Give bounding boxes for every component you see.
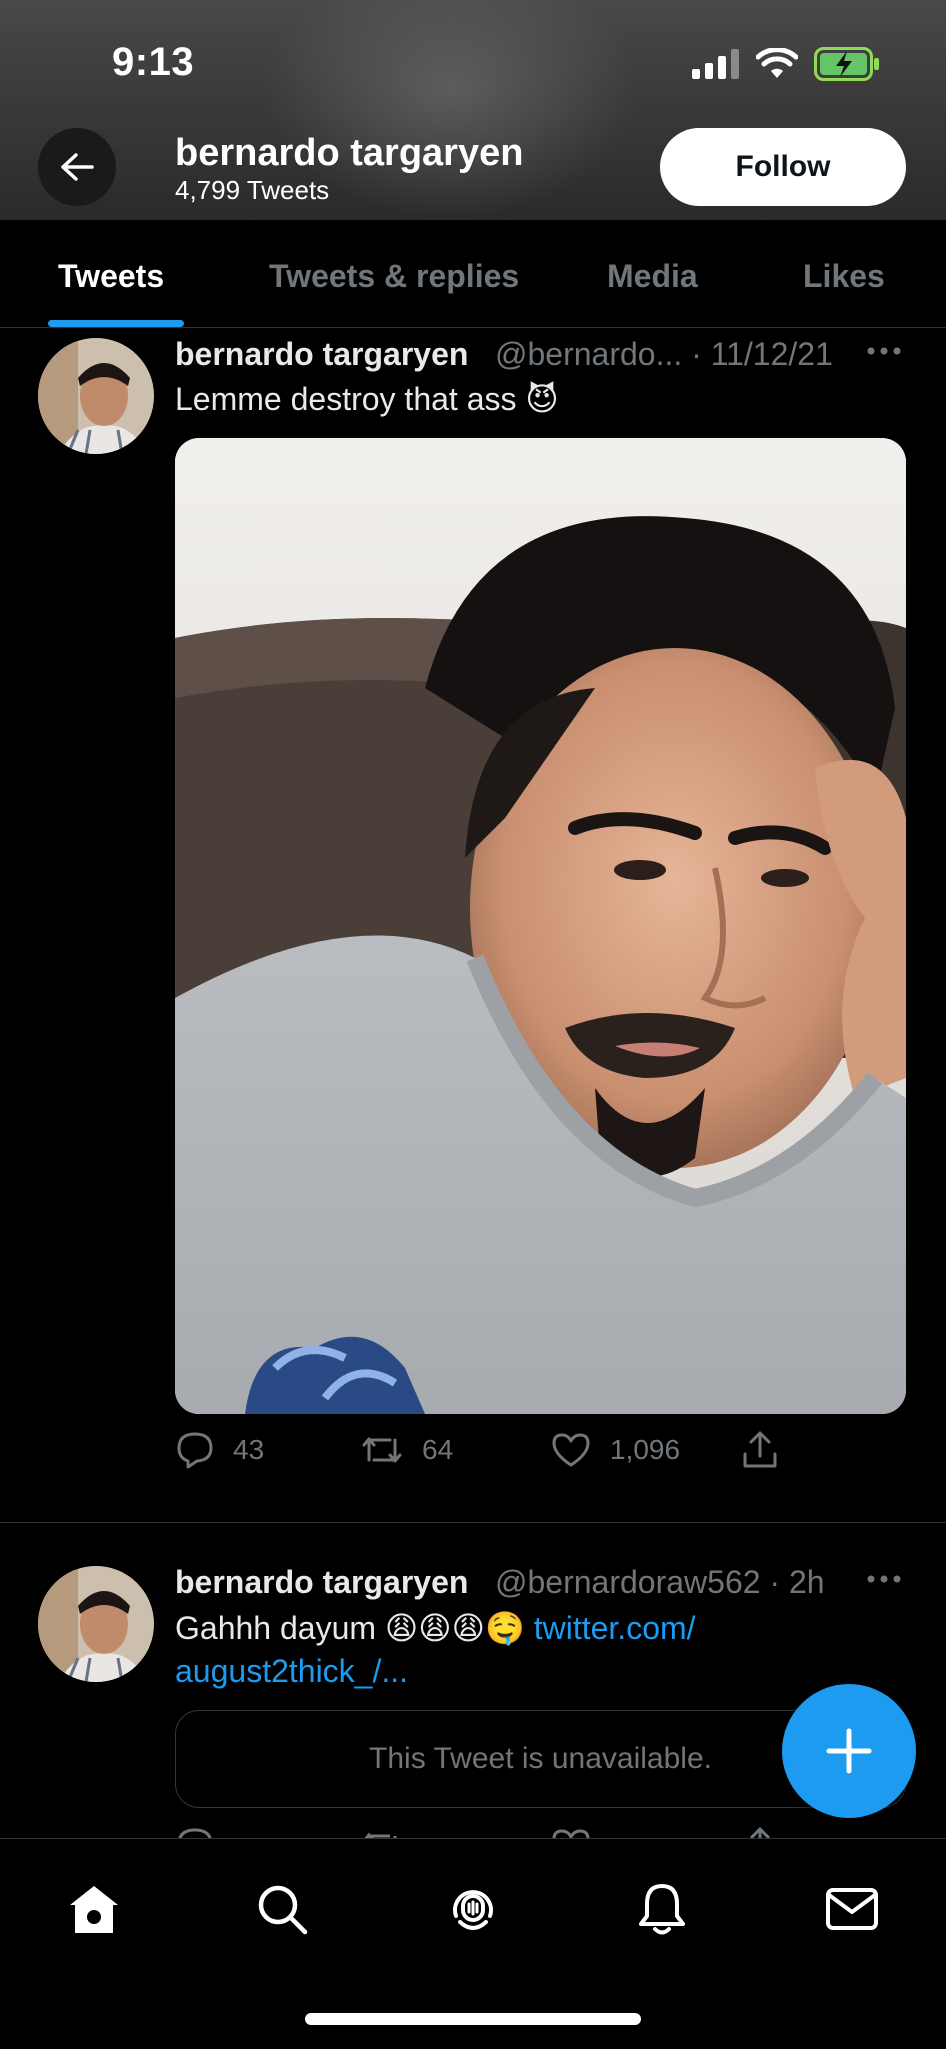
search-icon	[258, 1885, 308, 1935]
profile-tabs: Tweets Tweets & replies Media Likes	[0, 220, 946, 328]
tweet-count: 4,799 Tweets	[175, 175, 330, 205]
spaces-icon	[453, 1890, 493, 1930]
tweet-media-image[interactable]	[175, 438, 906, 1414]
active-tab-indicator	[48, 320, 184, 327]
plus-icon	[826, 1728, 872, 1774]
tab-tweets-replies[interactable]: Tweets & replies	[269, 258, 519, 295]
nav-spaces[interactable]	[443, 1879, 503, 1939]
reply-count: 43	[233, 1434, 265, 1465]
tweet-handle-date[interactable]: @bernardo... · 11/12/21	[495, 336, 833, 373]
share-icon[interactable]	[740, 1826, 780, 1838]
battery-charging-icon	[814, 47, 879, 81]
tweet-text: Gahhh dayum 😩😩😩🤤	[175, 1610, 525, 1646]
status-icons	[692, 44, 880, 84]
heart-icon	[552, 1433, 590, 1467]
profile-name: bernardo targaryen	[175, 132, 524, 174]
share-icon	[743, 1431, 777, 1468]
tweet-actions	[175, 1826, 906, 1838]
reply-button[interactable]: 43	[175, 1430, 264, 1470]
tweet-link-continued[interactable]: august2thick_/...	[175, 1653, 408, 1690]
reply-icon	[177, 1432, 213, 1469]
tweet-divider	[0, 1522, 946, 1523]
tweet-actions: 43 64 1,096	[175, 1430, 906, 1480]
tweet-text-line: Gahhh dayum 😩😩😩🤤 twitter.com/	[175, 1609, 696, 1647]
reply-icon[interactable]	[175, 1826, 215, 1838]
mail-icon	[826, 1888, 878, 1930]
nav-home[interactable]	[64, 1879, 124, 1939]
nav-search[interactable]	[252, 1879, 312, 1939]
home-indicator-bar	[305, 2013, 641, 2025]
more-icon	[867, 347, 901, 355]
tweet-text: Lemme destroy that ass 😈	[175, 381, 559, 417]
profile-header: 9:13 bernardo targaryen 4,799 Tweets Fol…	[0, 0, 946, 220]
like-button[interactable]: 1,096	[550, 1430, 680, 1470]
nav-notifications[interactable]	[632, 1879, 692, 1939]
tweet-author-name[interactable]: bernardo targaryen	[175, 1564, 468, 1601]
compose-tweet-button[interactable]	[782, 1684, 916, 1818]
tab-tweets[interactable]: Tweets	[58, 258, 164, 295]
back-button[interactable]	[38, 128, 116, 206]
retweet-button[interactable]: 64	[360, 1430, 453, 1470]
avatar-portrait	[38, 338, 154, 454]
avatar[interactable]	[38, 338, 154, 454]
nav-messages[interactable]	[822, 1879, 882, 1939]
more-button[interactable]	[866, 330, 902, 364]
status-time: 9:13	[112, 40, 195, 84]
heart-icon[interactable]	[550, 1826, 592, 1838]
tweet-author-name[interactable]: bernardo targaryen	[175, 336, 468, 373]
home-icon	[70, 1886, 118, 1933]
tweet-link[interactable]: twitter.com/	[534, 1610, 696, 1646]
tab-media[interactable]: Media	[607, 258, 698, 295]
more-icon	[867, 1575, 901, 1583]
like-count: 1,096	[610, 1434, 681, 1465]
more-button[interactable]	[866, 1558, 902, 1592]
bell-icon	[639, 1884, 685, 1935]
avatar[interactable]	[38, 1566, 154, 1682]
retweet-count: 64	[422, 1434, 454, 1465]
retweet-icon	[362, 1437, 402, 1463]
tweet-handle-date[interactable]: @bernardoraw562 · 2h	[495, 1564, 825, 1601]
share-button[interactable]	[740, 1430, 780, 1470]
selfie-photo	[175, 438, 906, 1414]
avatar-portrait	[38, 1566, 154, 1682]
follow-button[interactable]: Follow	[660, 128, 906, 206]
retweet-icon[interactable]	[360, 1826, 404, 1838]
signal-icon	[692, 49, 739, 79]
tab-likes[interactable]: Likes	[803, 258, 885, 295]
unavailable-text: This Tweet is unavailable.	[369, 1742, 712, 1775]
arrow-left-icon	[61, 153, 94, 181]
bottom-navigation	[0, 1838, 946, 2049]
wifi-icon	[756, 48, 798, 78]
